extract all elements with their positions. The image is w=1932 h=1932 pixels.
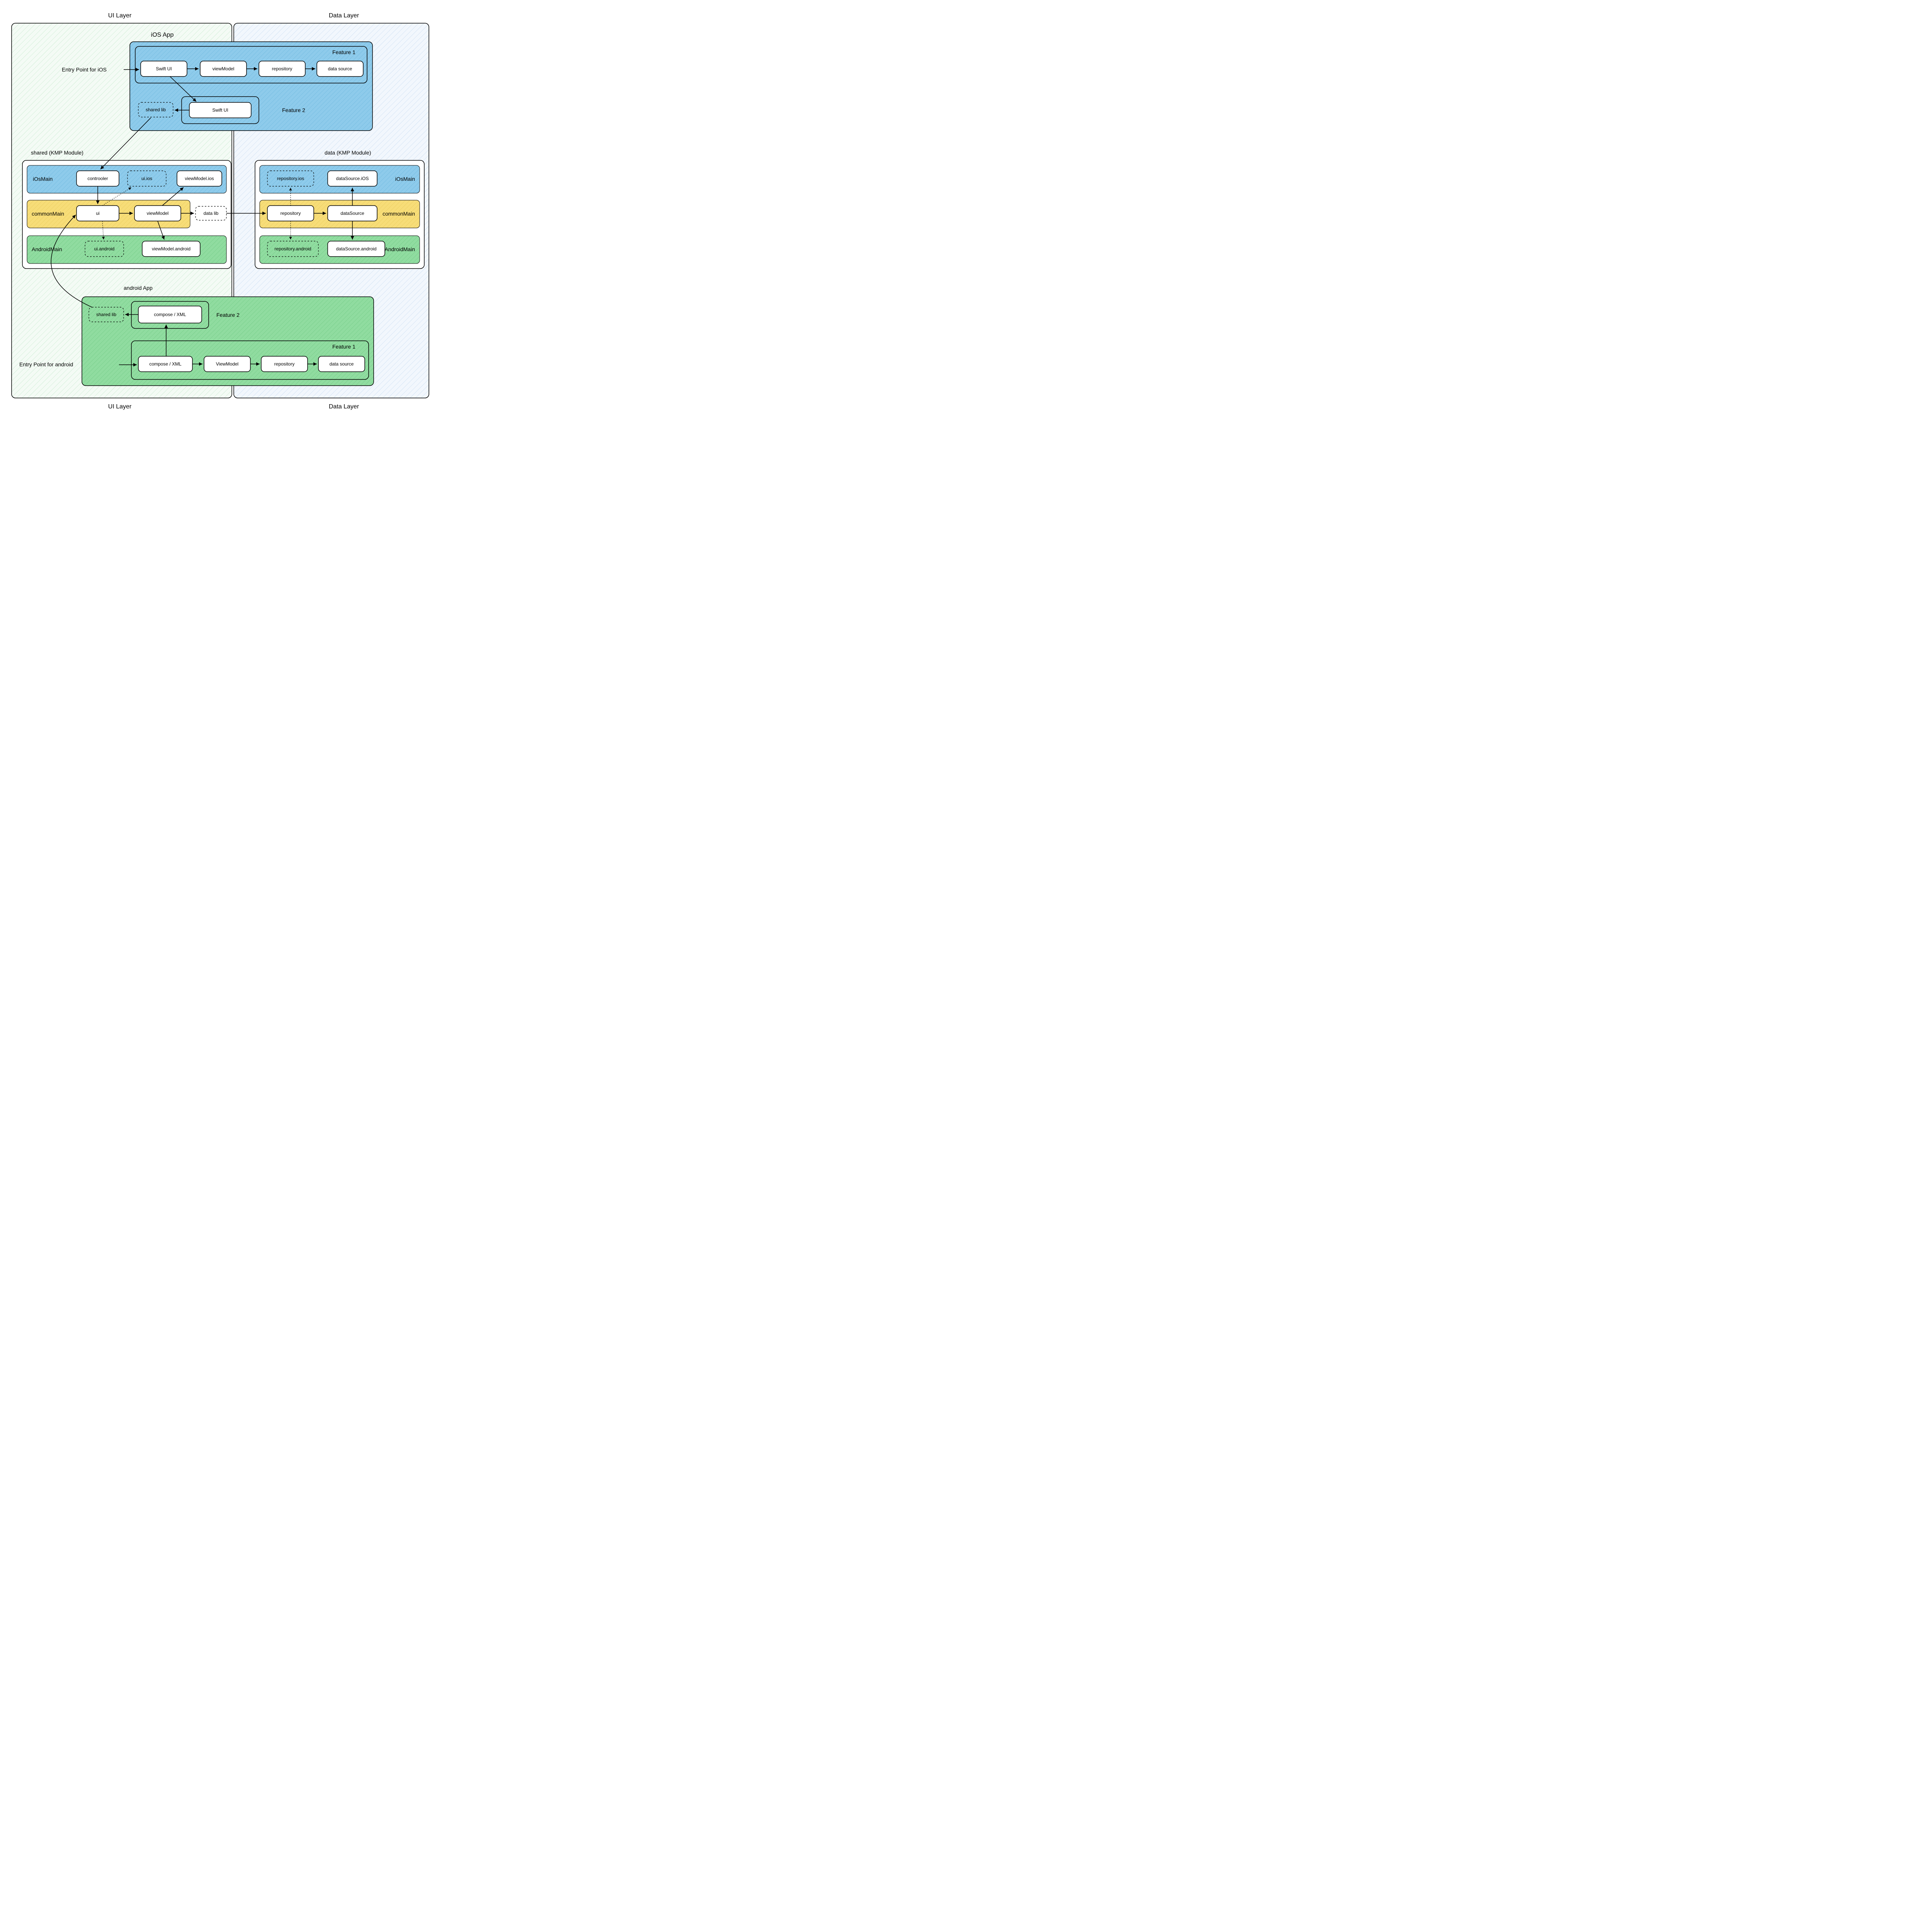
ios-feature2-title: Feature 2 (282, 107, 305, 113)
svg-text:AndroidMain: AndroidMain (384, 246, 415, 252)
ui-layer-label-bottom: UI Layer (108, 403, 132, 410)
architecture-diagram: UI Layer Data Layer iOS App Feature 1 Sw… (8, 8, 433, 412)
ios-app-title: iOS App (151, 32, 174, 38)
svg-text:shared lib: shared lib (96, 312, 116, 317)
svg-text:commonMain: commonMain (383, 211, 415, 217)
svg-text:viewModel.ios: viewModel.ios (185, 176, 214, 181)
svg-text:repository: repository (274, 361, 295, 367)
svg-text:ui: ui (96, 211, 99, 216)
entry-ios-label: Entry Point for iOS (62, 66, 107, 73)
svg-text:ui.android: ui.android (94, 246, 115, 252)
android-app-title: android App (124, 285, 153, 291)
svg-text:data source: data source (328, 66, 352, 71)
svg-text:iOsMain: iOsMain (33, 176, 53, 182)
svg-text:commonMain: commonMain (32, 211, 64, 217)
svg-text:ViewModel: ViewModel (216, 361, 238, 367)
ios-feature1-title: Feature 1 (332, 49, 355, 55)
shared-title: shared (KMP Module) (31, 150, 83, 156)
svg-text:repository: repository (281, 211, 301, 216)
svg-text:Swift UI: Swift UI (212, 107, 228, 113)
svg-text:data source: data source (330, 361, 354, 367)
svg-text:dataSource.iOS: dataSource.iOS (336, 176, 369, 181)
svg-text:viewModel: viewModel (213, 66, 235, 71)
svg-text:repository.ios: repository.ios (277, 176, 304, 181)
svg-text:compose / XML: compose / XML (154, 312, 186, 317)
svg-text:controoler: controoler (87, 176, 108, 181)
ui-layer-label-top: UI Layer (108, 12, 132, 19)
svg-text:repository: repository (272, 66, 293, 71)
svg-text:repository.android: repository.android (274, 246, 311, 252)
svg-text:viewModel: viewModel (147, 211, 169, 216)
entry-android-label: Entry Point for android (19, 361, 73, 367)
svg-text:compose / XML: compose / XML (149, 361, 182, 367)
svg-text:viewModel.android: viewModel.android (152, 246, 190, 252)
svg-text:dataSource.android: dataSource.android (336, 246, 377, 252)
data-layer-label-bottom: Data Layer (329, 403, 359, 410)
android-feature2-title: Feature 2 (216, 312, 240, 318)
svg-text:data lib: data lib (204, 211, 219, 216)
svg-text:AndroidMain: AndroidMain (32, 246, 62, 252)
svg-text:dataSource: dataSource (340, 211, 364, 216)
data-layer-label-top: Data Layer (329, 12, 359, 19)
svg-text:Swift UI: Swift UI (156, 66, 172, 71)
data-module-title: data (KMP Module) (325, 150, 371, 156)
svg-text:shared lib: shared lib (146, 107, 166, 112)
svg-text:ui.ios: ui.ios (141, 176, 152, 181)
svg-text:iOsMain: iOsMain (395, 176, 415, 182)
android-feature1-title: Feature 1 (332, 344, 355, 350)
android-app-container (82, 297, 374, 386)
